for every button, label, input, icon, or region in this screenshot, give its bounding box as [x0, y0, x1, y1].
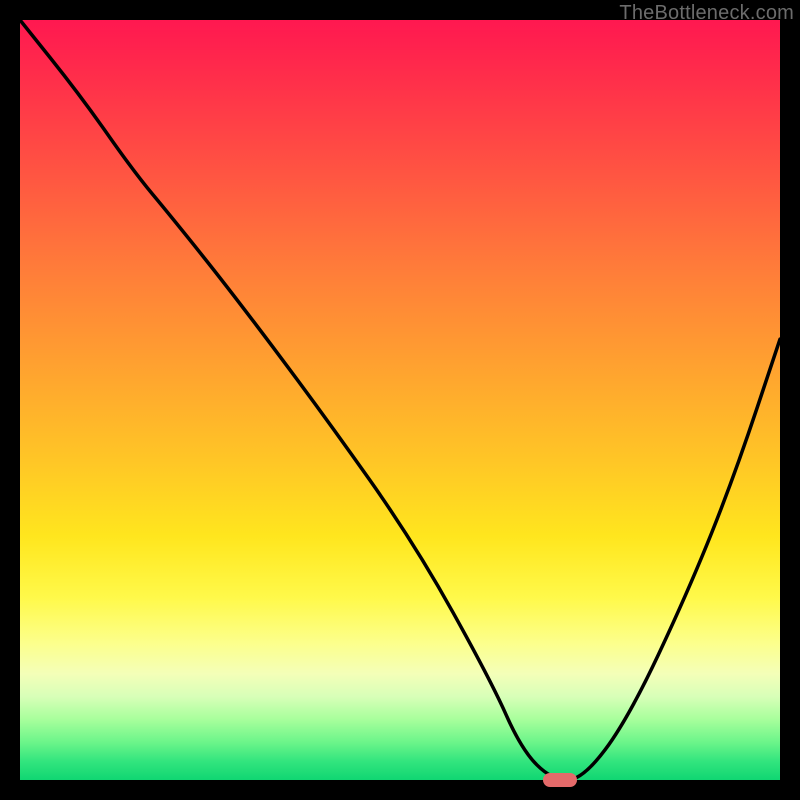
plot-area [20, 20, 780, 780]
optimal-marker [543, 773, 577, 787]
curve-path [20, 20, 780, 780]
bottleneck-curve [20, 20, 780, 780]
chart-frame: TheBottleneck.com [0, 0, 800, 800]
